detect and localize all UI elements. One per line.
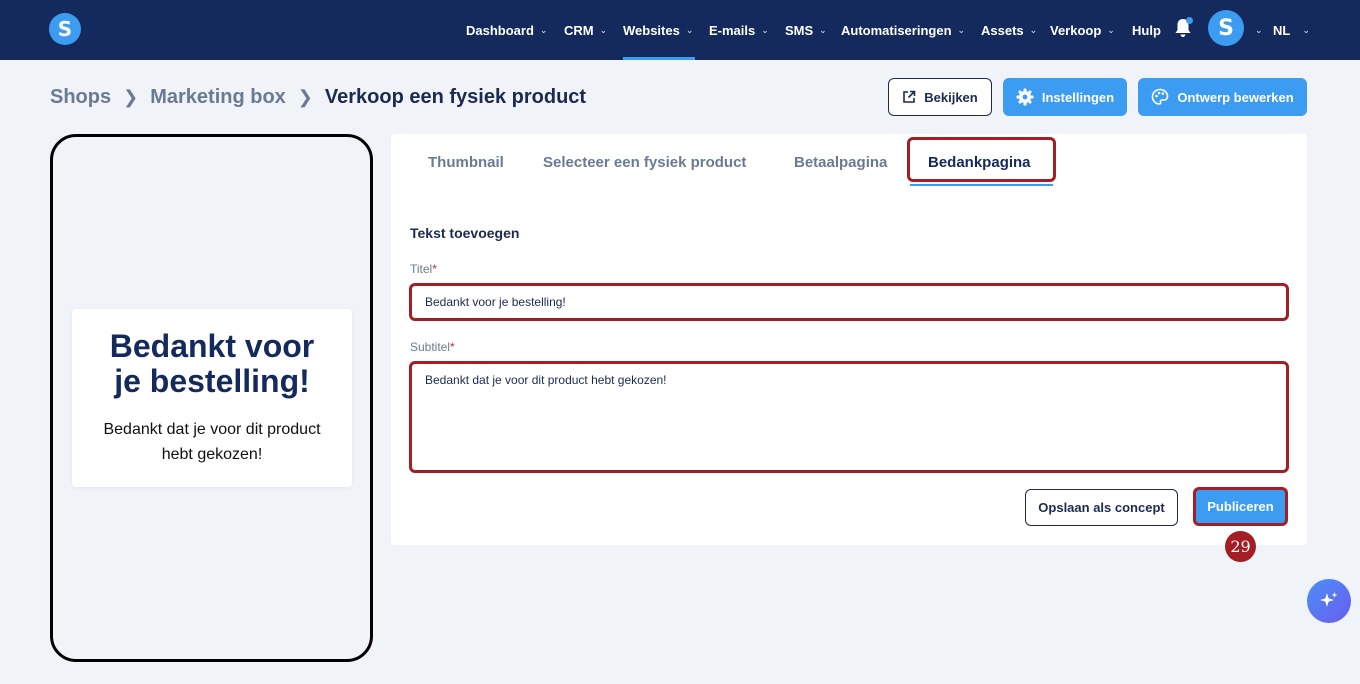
user-avatar[interactable]: S xyxy=(1208,10,1244,46)
step-number-badge: 29 xyxy=(1225,531,1256,562)
chevron-down-icon: ⌄ xyxy=(539,24,548,35)
title-field[interactable] xyxy=(409,283,1289,321)
nav-emails[interactable]: E-mails ⌄ xyxy=(709,0,769,60)
required-marker: * xyxy=(432,262,437,276)
preview-card: Bedankt voor je bestelling! Bedankt dat … xyxy=(72,309,352,487)
active-tab-indicator xyxy=(910,184,1053,186)
chevron-down-icon: ⌄ xyxy=(1302,24,1310,35)
external-link-icon xyxy=(903,90,916,103)
language-selector[interactable]: NL ⌄ xyxy=(1273,0,1310,60)
nav-dashboard[interactable]: Dashboard ⌄ xyxy=(466,0,547,60)
breadcrumb-marketing-box[interactable]: Marketing box xyxy=(150,86,286,109)
tab-select-product[interactable]: Selecteer een fysiek product xyxy=(543,142,746,182)
language-label: NL xyxy=(1273,22,1291,38)
nav-label: Automatiseringen xyxy=(841,22,952,38)
mobile-preview-frame: Bedankt voor je bestelling! Bedankt dat … xyxy=(50,134,373,662)
view-button[interactable]: Bekijken xyxy=(888,78,992,116)
nav-label: Hulp xyxy=(1132,22,1161,38)
subtitle-label-text: Subtitel xyxy=(410,340,451,354)
nav-hulp[interactable]: Hulp xyxy=(1132,0,1161,60)
nav-sms[interactable]: SMS ⌄ xyxy=(785,0,827,60)
tab-thumbnail[interactable]: Thumbnail xyxy=(428,142,504,182)
settings-button-label: Instellingen xyxy=(1041,89,1115,105)
nav-verkoop[interactable]: Verkoop ⌄ xyxy=(1050,0,1115,60)
nav-automatiseringen[interactable]: Automatiseringen ⌄ xyxy=(841,0,965,60)
chevron-down-icon: ⌄ xyxy=(1255,24,1263,35)
settings-button[interactable]: Instellingen xyxy=(1003,78,1127,116)
subtitle-field[interactable]: Bedankt dat je voor dit product hebt gek… xyxy=(409,361,1289,473)
tab-betaalpagina[interactable]: Betaalpagina xyxy=(794,142,887,182)
edit-design-button[interactable]: Ontwerp bewerken xyxy=(1138,78,1307,116)
chevron-down-icon: ⌄ xyxy=(1107,24,1115,35)
chevron-down-icon: ⌄ xyxy=(1029,24,1038,35)
section-title: Tekst toevoegen xyxy=(410,225,520,241)
subtitle-field-label: Subtitel* xyxy=(410,340,455,354)
nav-label: SMS xyxy=(785,22,814,38)
nav-crm[interactable]: CRM ⌄ xyxy=(564,0,607,60)
chevron-down-icon: ⌄ xyxy=(957,24,966,35)
gear-icon xyxy=(1016,88,1034,106)
chevron-right-icon: ❯ xyxy=(297,86,313,107)
save-draft-button[interactable]: Opslaan als concept xyxy=(1025,489,1178,526)
edit-design-button-label: Ontwerp bewerken xyxy=(1177,89,1294,105)
chevron-right-icon: ❯ xyxy=(123,86,139,107)
preview-subtitle: Bedankt dat je voor dit product hebt gek… xyxy=(103,421,321,463)
app-logo[interactable]: S xyxy=(49,13,81,45)
breadcrumb: Shops ❯ Marketing box ❯ Verkoop een fysi… xyxy=(50,84,586,110)
nav-assets[interactable]: Assets ⌄ xyxy=(981,0,1037,60)
page-title: Verkoop een fysiek product xyxy=(324,85,587,108)
required-marker: * xyxy=(450,340,455,354)
highlight-box xyxy=(907,137,1056,182)
publish-button[interactable]: Publiceren xyxy=(1193,487,1288,526)
palette-icon xyxy=(1152,88,1169,105)
avatar-menu-chevron[interactable]: ⌄ xyxy=(1249,0,1263,60)
nav-label: Dashboard xyxy=(466,22,534,38)
sparkle-icon xyxy=(1320,592,1338,607)
title-field-label: Titel* xyxy=(410,262,437,276)
ai-assistant-button[interactable] xyxy=(1307,579,1351,623)
notification-dot xyxy=(1186,17,1193,24)
nav-label: Verkoop xyxy=(1050,22,1102,38)
nav-label: E-mails xyxy=(709,22,756,38)
breadcrumb-shops[interactable]: Shops xyxy=(50,86,111,109)
editor-panel: Thumbnail Selecteer een fysiek product B… xyxy=(391,134,1307,545)
chevron-down-icon: ⌄ xyxy=(599,24,608,35)
nav-websites[interactable]: Websites ⌄ xyxy=(623,0,695,60)
chevron-down-icon: ⌄ xyxy=(819,24,827,35)
view-button-label: Bekijken xyxy=(924,89,978,105)
nav-label: CRM xyxy=(564,22,594,38)
preview-title: Bedankt voor je bestelling! xyxy=(109,328,315,399)
nav-label: Websites xyxy=(623,22,680,38)
chevron-down-icon: ⌄ xyxy=(685,24,694,35)
title-label-text: Titel xyxy=(410,262,433,276)
top-navbar: S Dashboard ⌄ CRM ⌄ Websites ⌄ E-mails ⌄ SMS… xyxy=(0,0,1360,60)
nav-label: Assets xyxy=(981,22,1024,38)
chevron-down-icon: ⌄ xyxy=(761,24,769,35)
